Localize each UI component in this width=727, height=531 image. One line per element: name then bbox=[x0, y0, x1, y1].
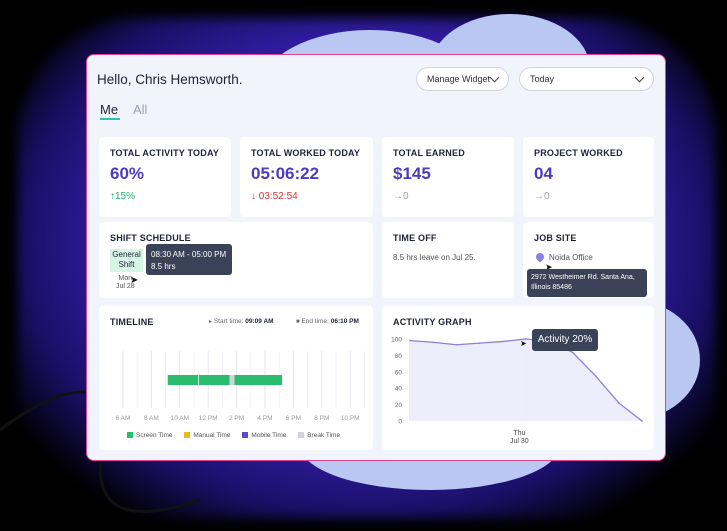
cursor-icon: ➤ bbox=[130, 275, 139, 286]
greeting-text: Hello, Chris Hemsworth. bbox=[97, 72, 243, 87]
chevron-down-icon bbox=[489, 72, 500, 83]
y-tick-label: 60 bbox=[395, 369, 403, 376]
activity-point bbox=[432, 341, 434, 344]
worked-delta: ↓ 03:52:54 bbox=[251, 191, 298, 202]
shift-schedule-tile: SHIFT SCHEDULE General Shift Mon Jul 28 08… bbox=[99, 222, 373, 298]
screen-time-bar bbox=[198, 375, 230, 385]
activity-point bbox=[478, 342, 481, 344]
tile-title: TOTAL EARNED bbox=[393, 148, 465, 158]
y-tick-label: 80 bbox=[395, 353, 403, 360]
project-value: 04 bbox=[534, 164, 553, 183]
dashboard-card: Hello, Chris Hemsworth. Manage Widget To… bbox=[86, 54, 666, 461]
chevron-down-icon bbox=[634, 72, 645, 83]
earned-delta: →0 bbox=[393, 191, 409, 202]
screen-time-bar bbox=[234, 375, 283, 385]
activity-delta: ↑15% bbox=[110, 191, 136, 202]
worked-value: 05:06:22 bbox=[251, 164, 320, 183]
y-tick-label: 40 bbox=[395, 386, 403, 393]
activity-point bbox=[618, 402, 620, 404]
date-range-select[interactable]: Today bbox=[519, 67, 654, 91]
activity-point bbox=[502, 340, 504, 343]
timeline-chart: 6 AM 8 AM 10 AM 12 PM 2 PM 4 PM 6 PM 8 PM 10 PM bbox=[116, 351, 365, 422]
tile-title: TOTAL WORKED TODAY bbox=[251, 148, 361, 158]
tab-all[interactable]: All bbox=[133, 102, 147, 117]
arrow-down-icon: ↓ bbox=[251, 191, 259, 202]
date-range-value: Today bbox=[530, 74, 555, 84]
address-tooltip: 2972 Westheimer Rd. Santa Ana, Illinois … bbox=[527, 269, 647, 297]
tile-title: TIME OFF bbox=[393, 233, 437, 243]
tile-title: TOTAL ACTIVITY TODAY bbox=[110, 148, 220, 158]
location-pin-icon bbox=[534, 251, 546, 263]
legend-mobile-time: Mobile Time bbox=[242, 432, 286, 439]
arrow-right-icon: → bbox=[534, 191, 544, 202]
activity-tooltip: Activity 20% bbox=[532, 329, 598, 351]
activity-value: 60% bbox=[110, 164, 145, 183]
shift-tooltip: 08:30 AM - 05:00 PM 8.5 hrs bbox=[146, 244, 232, 275]
y-tick-label: 20 bbox=[395, 402, 403, 409]
total-activity-tile: TOTAL ACTIVITY TODAY 60% ↑15% bbox=[99, 137, 231, 217]
timeline-hour-label: 6 AM bbox=[116, 415, 131, 422]
earned-value: $145 bbox=[393, 164, 431, 183]
timeline-tile: TIMELINE ▸ Start time: 09:09 AM ■ End ti… bbox=[99, 306, 373, 450]
legend-manual-time: Manual Time bbox=[184, 432, 231, 439]
timeline-hour-label: 6 PM bbox=[286, 415, 301, 422]
legend-screen-time: Screen Time bbox=[127, 432, 173, 439]
job-site-tile: JOB SITE Noida Office ➤ 2972 Westheimer … bbox=[523, 222, 654, 298]
project-worked-tile: PROJECT WORKED 04 →0 bbox=[523, 137, 654, 217]
screen-time-bar bbox=[167, 375, 199, 385]
y-tick-label: 0 bbox=[398, 419, 402, 426]
tile-title: PROJECT WORKED bbox=[534, 148, 623, 158]
time-off-text: 8.5 hrs leave on Jul 25. bbox=[393, 253, 476, 262]
activity-area bbox=[410, 339, 642, 421]
timeline-hour-label: 4 PM bbox=[257, 415, 272, 422]
activity-point bbox=[641, 420, 643, 422]
tile-title: SHIFT SCHEDULE bbox=[110, 233, 191, 243]
tab-me[interactable]: Me bbox=[100, 102, 121, 120]
legend-break-time: Break Time bbox=[298, 432, 340, 439]
timeline-hour-label: 8 AM bbox=[144, 415, 159, 422]
project-delta: →0 bbox=[534, 191, 550, 202]
timeline-hour-label: 8 PM bbox=[314, 415, 329, 422]
x-axis-label: Thu Jul 30 bbox=[510, 430, 529, 445]
timeline-hour-label: 10 PM bbox=[341, 415, 360, 422]
time-off-tile: TIME OFF 8.5 hrs leave on Jul 25. bbox=[382, 222, 514, 298]
manage-widget-label: Manage Widget bbox=[427, 74, 491, 84]
timeline-hour-label: 2 PM bbox=[229, 415, 244, 422]
activity-chart: 0 20 40 60 80 100 bbox=[391, 337, 643, 426]
activity-point bbox=[594, 375, 597, 377]
activity-point bbox=[455, 343, 458, 346]
break-time-bar bbox=[229, 375, 235, 385]
y-tick-label: 100 bbox=[391, 337, 402, 344]
timeline-legend: Screen Time Manual Time Mobile Time Brea… bbox=[127, 432, 340, 439]
total-worked-tile: TOTAL WORKED TODAY 05:06:22 ↓ 03:52:54 bbox=[240, 137, 373, 217]
activity-point bbox=[571, 351, 574, 353]
activity-point bbox=[409, 339, 411, 342]
job-site-location[interactable]: Noida Office bbox=[549, 253, 593, 262]
timeline-hour-label: 10 AM bbox=[171, 415, 189, 422]
general-shift-chip[interactable]: General Shift bbox=[110, 249, 143, 272]
timeline-hour-label: 12 PM bbox=[199, 415, 218, 422]
cursor-icon: ➤ bbox=[520, 339, 527, 348]
activity-graph-tile: ACTIVITY GRAPH 0 20 40 60 80 100 Activity 20%… bbox=[382, 306, 654, 450]
total-earned-tile: TOTAL EARNED $145 →0 bbox=[382, 137, 514, 217]
manage-widget-button[interactable]: Manage Widget bbox=[416, 67, 509, 91]
tile-title: JOB SITE bbox=[534, 233, 577, 243]
arrow-right-icon: → bbox=[393, 191, 403, 202]
